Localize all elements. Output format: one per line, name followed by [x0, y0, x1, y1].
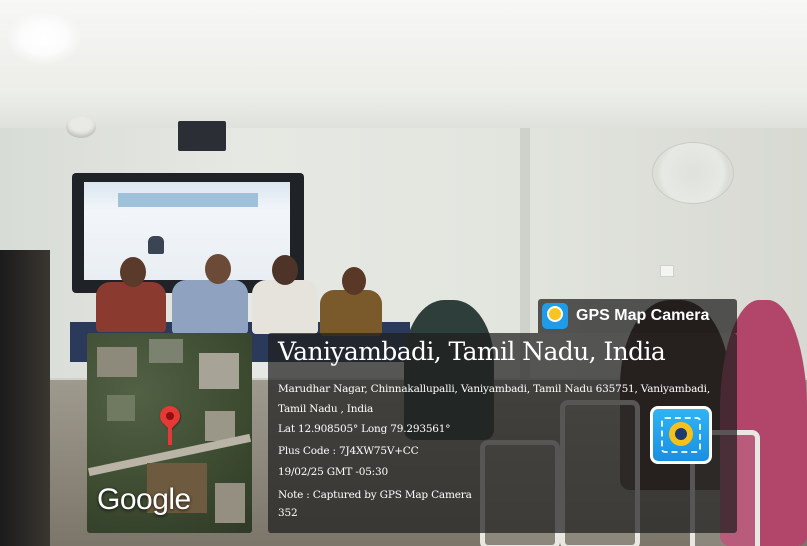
- panel-member: [320, 290, 382, 336]
- app-icon-eye: [675, 428, 687, 440]
- smoke-detector: [66, 116, 96, 138]
- panel-member-head: [205, 254, 231, 284]
- panel-member: [172, 280, 248, 334]
- map-thumbnail: Google: [87, 333, 252, 533]
- capture-datetime: 19/02/25 GMT -05:30: [278, 466, 388, 478]
- note-number: 352: [278, 507, 298, 519]
- panel-member: [252, 280, 318, 334]
- gps-map-camera-badge: GPS Map Camera: [538, 299, 737, 333]
- coordinates: Lat 12.908505° Long 79.293561°: [278, 423, 451, 435]
- panel-member-head: [120, 257, 146, 287]
- map-building: [199, 353, 239, 389]
- address-line-1: Marudhar Nagar, Chinnakallupalli, Vaniya…: [278, 383, 710, 395]
- map-building: [107, 395, 135, 421]
- panel-member-head: [342, 267, 366, 295]
- foreground-shadow: [0, 250, 50, 546]
- panel-member: [96, 282, 166, 332]
- map-pin-center: [166, 412, 174, 420]
- ceiling-beam: [0, 88, 807, 128]
- gps-map-camera-logo-icon: [542, 303, 568, 329]
- location-title: Vaniyambadi, Tamil Nadu, India: [278, 337, 666, 366]
- badge-label: GPS Map Camera: [576, 307, 710, 324]
- wall-fan: [652, 142, 734, 204]
- slide-speaker-photo: [148, 236, 164, 254]
- plus-code: Plus Code : 7J4XW75V+CC: [278, 445, 419, 457]
- panel-member-head: [272, 255, 298, 285]
- gps-map-camera-app-icon: [650, 406, 712, 464]
- photo-scene: GPS Map Camera Google Vaniyambadi, Tamil…: [0, 0, 807, 546]
- map-building: [149, 339, 183, 363]
- map-building: [215, 483, 245, 523]
- wall-outlet: [660, 265, 674, 277]
- map-building: [205, 411, 235, 441]
- map-building: [97, 347, 137, 377]
- google-logo: Google: [97, 483, 191, 516]
- address-line-2: Tamil Nadu , India: [278, 403, 374, 415]
- ceiling-light: [8, 12, 80, 64]
- location-info-panel: Vaniyambadi, Tamil Nadu, India Marudhar …: [268, 333, 737, 533]
- map-pin-tail: [168, 423, 172, 445]
- capture-note: Note : Captured by GPS Map Camera: [278, 489, 472, 501]
- wall-speaker: [178, 121, 226, 151]
- slide-header-band: [118, 193, 258, 207]
